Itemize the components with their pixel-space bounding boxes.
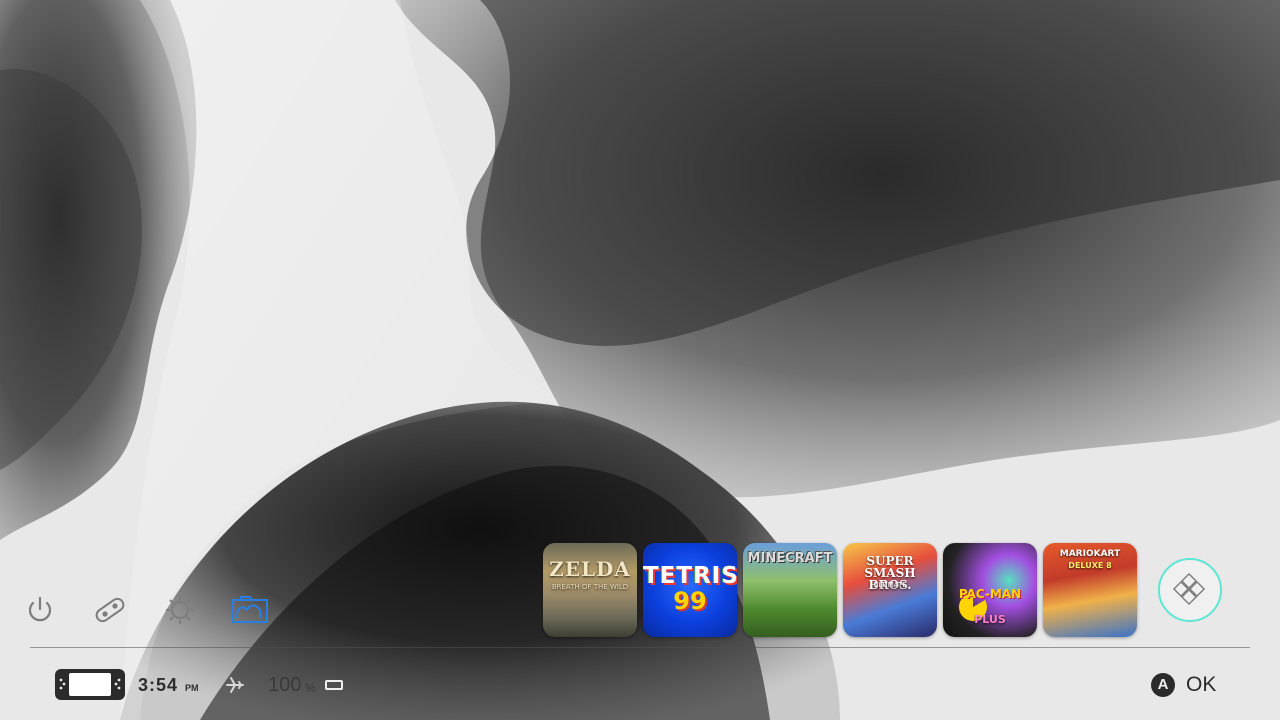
airplane-icon — [226, 677, 244, 693]
power-icon[interactable] — [22, 592, 58, 628]
a-button-icon: A — [1151, 673, 1175, 697]
ok-hint-label[interactable]: OK — [1186, 673, 1216, 697]
album-icon[interactable] — [232, 592, 268, 628]
battery-percent-sign: % — [305, 681, 316, 695]
game-subtitle: DELUXE 8 — [1068, 561, 1112, 570]
grid-diamond-icon — [1172, 572, 1206, 606]
all-software-button[interactable] — [1158, 558, 1222, 622]
game-tile-mario-kart[interactable]: MARIOKART DELUXE 8 — [1043, 543, 1137, 637]
clock-ampm: PM — [185, 683, 199, 693]
console-handheld-icon — [55, 669, 125, 700]
game-subtitle: 99 — [673, 587, 707, 615]
clock-time: 3:54 — [138, 675, 179, 695]
settings-gear-icon[interactable] — [162, 592, 198, 628]
game-title: MINECRAFT — [747, 551, 833, 566]
game-tile-smash-bros[interactable]: SUPER SMASH BROS. ULTIMATE — [843, 543, 937, 637]
game-tile-tetris-99[interactable]: TETRIS 99 — [643, 543, 737, 637]
game-title: ZELDA — [549, 557, 631, 581]
battery-percentage: 100 — [268, 674, 302, 696]
game-subtitle: PLUS — [974, 613, 1006, 626]
game-subtitle: BREATH OF THE WILD — [551, 583, 629, 591]
game-tile-zelda[interactable]: ZELDA BREATH OF THE WILD — [543, 543, 637, 637]
battery-icon — [325, 680, 343, 690]
game-tile-pacman[interactable]: PAC-MAN PLUS — [943, 543, 1037, 637]
game-subtitle: ULTIMATE — [873, 581, 907, 589]
game-title: PAC-MAN — [958, 587, 1022, 601]
game-title: MARIOKART — [1059, 549, 1121, 559]
game-tile-minecraft[interactable]: MINECRAFT — [743, 543, 837, 637]
controller-icon[interactable] — [92, 592, 128, 628]
divider — [30, 647, 1250, 648]
game-title: TETRIS — [643, 563, 737, 589]
